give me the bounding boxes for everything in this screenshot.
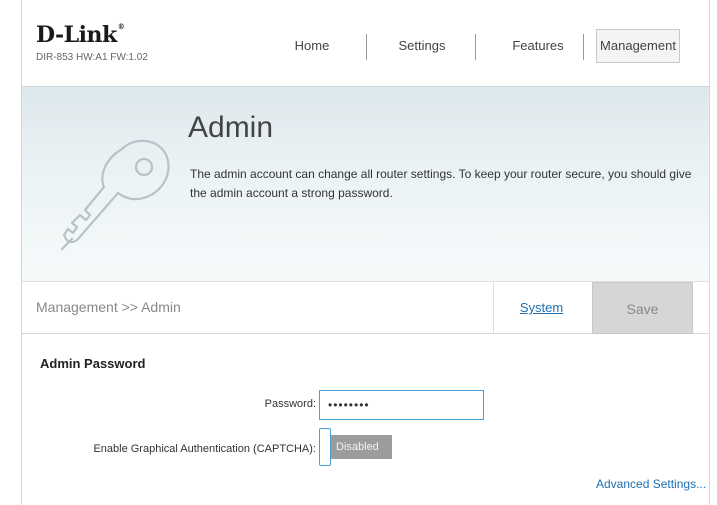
password-field[interactable]	[319, 390, 484, 420]
captcha-toggle[interactable]: Disabled	[319, 428, 396, 466]
router-admin-page: D-Link® DIR-853 HW:A1 FW:1.02 Home Setti…	[21, 0, 710, 505]
nav-management[interactable]: Management	[596, 29, 680, 63]
nav-divider	[475, 34, 476, 60]
toggle-handle[interactable]	[319, 428, 331, 466]
nav-features[interactable]: Features	[498, 28, 578, 64]
page-banner: Admin The admin account can change all r…	[22, 86, 709, 281]
captcha-label: Enable Graphical Authentication (CAPTCHA…	[93, 443, 316, 455]
save-button[interactable]: Save	[592, 282, 693, 334]
model-info: DIR-853 HW:A1 FW:1.02	[36, 52, 148, 63]
breadcrumb-bar: Management >> Admin System Save	[22, 281, 709, 334]
top-header: D-Link® DIR-853 HW:A1 FW:1.02 Home Setti…	[22, 0, 709, 86]
system-link[interactable]: System	[493, 282, 589, 334]
nav-settings[interactable]: Settings	[382, 28, 462, 64]
breadcrumb: Management >> Admin	[36, 299, 181, 315]
password-label: Password:	[264, 398, 316, 410]
section-title-admin-password: Admin Password	[40, 356, 146, 371]
nav-divider	[366, 34, 367, 60]
page-title: Admin	[188, 111, 274, 144]
nav-divider	[583, 34, 584, 60]
captcha-toggle-state: Disabled	[330, 435, 392, 459]
dlink-logo: D-Link®	[36, 22, 125, 48]
nav-home[interactable]: Home	[277, 28, 347, 64]
page-description: The admin account can change all router …	[190, 167, 692, 200]
key-icon	[60, 139, 170, 251]
advanced-settings-link[interactable]: Advanced Settings...	[596, 477, 706, 491]
